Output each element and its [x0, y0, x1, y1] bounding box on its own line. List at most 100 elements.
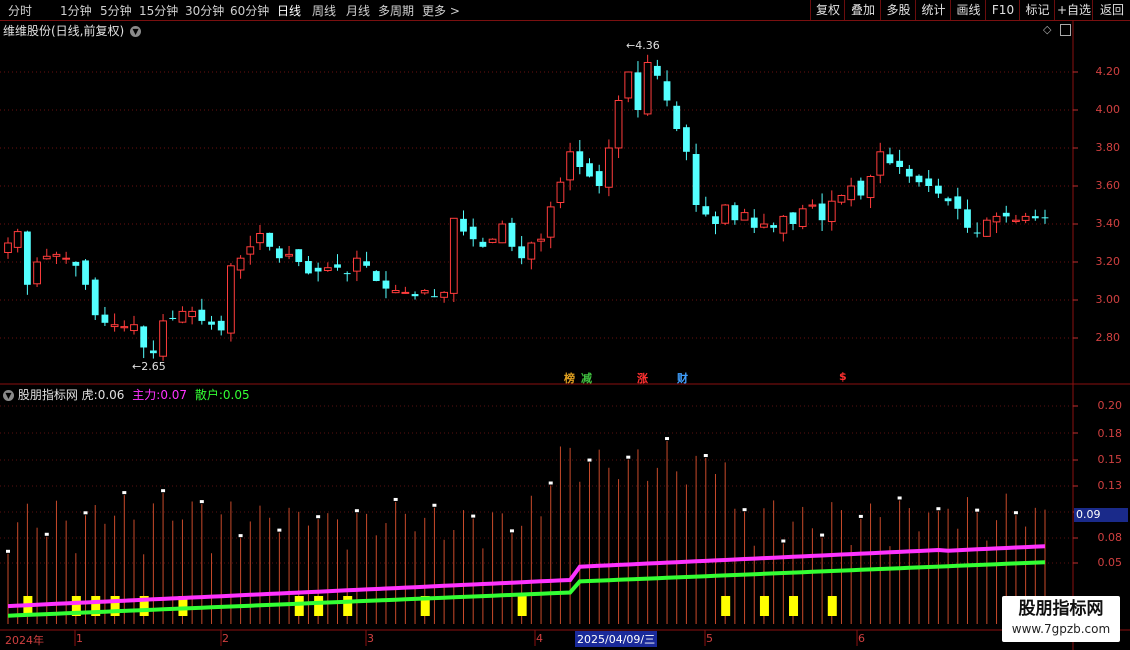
candle-body [683, 127, 690, 152]
signal-tag-rank[interactable]: 榜 [563, 370, 576, 386]
candle-body [886, 154, 894, 164]
signal-tag-finance[interactable]: 财 [676, 370, 689, 386]
candle-body [275, 248, 283, 259]
candle-body [101, 314, 109, 323]
indicator-dot [1013, 511, 1018, 515]
candle-body [227, 265, 235, 334]
candle-body [760, 223, 768, 228]
main-force-value: 0.07 [160, 388, 188, 402]
indicator-dot [122, 491, 127, 495]
tiger-label: 虎: [81, 388, 98, 402]
candle-body [1031, 216, 1039, 219]
candle-body [72, 261, 80, 266]
signal-marker-bar [827, 596, 837, 616]
candle-body [440, 291, 449, 298]
candle-body [614, 100, 623, 149]
price-tick: 2.80 [1095, 331, 1121, 344]
signal-marker-bar [314, 596, 324, 616]
signal-marker-bar [759, 596, 769, 616]
tiger-value: 0.06 [97, 388, 125, 402]
candle-body [964, 209, 971, 228]
candle-body [149, 350, 157, 354]
candle-body [323, 267, 332, 272]
dropdown-icon[interactable]: ▼ [3, 390, 14, 401]
price-tick: 3.40 [1095, 217, 1121, 230]
candle-body [576, 151, 584, 167]
candle-body [120, 326, 129, 329]
date-label-month: 4 [536, 632, 543, 645]
candle-body [847, 185, 856, 201]
high-price-label: 4.36 [635, 39, 660, 52]
candle-body [217, 320, 225, 331]
candle-body [673, 105, 681, 129]
candle-body [488, 238, 497, 243]
signal-tag-dollar[interactable]: $ [838, 370, 848, 383]
stock-title: 维维股份(日线,前复权) [3, 24, 125, 38]
dropdown-icon[interactable]: ▼ [130, 26, 142, 37]
candle-body [721, 204, 730, 224]
candle-body [363, 261, 370, 266]
candle-body [905, 168, 913, 177]
signal-marker-bar [789, 596, 799, 616]
candle-body [789, 212, 797, 224]
low-price-label: 2.65 [141, 360, 166, 373]
candle-body [33, 261, 41, 285]
indicator-dot [703, 454, 708, 458]
retail-label: 散户: [194, 388, 223, 402]
candle-body [798, 208, 807, 228]
candle-body [343, 273, 351, 275]
indicator-dot [161, 489, 166, 493]
low-price-annotation: ←2.65 [132, 360, 166, 373]
candle-body [266, 232, 274, 247]
candle-body [130, 324, 138, 332]
indicator-dot [975, 508, 980, 512]
candle-body [827, 200, 836, 223]
candle-body [1041, 217, 1049, 219]
candle-body [586, 163, 593, 177]
candle-body [837, 195, 846, 203]
candle-body [896, 160, 904, 167]
candle-body [546, 206, 555, 238]
signal-tag-reduce[interactable]: 减 [580, 370, 593, 386]
candle-body [110, 324, 119, 328]
signal-marker-bar [343, 596, 353, 616]
indicator-dot [238, 534, 243, 538]
watermark-logo: 股朋指标网 www.7gpzb.com [1002, 596, 1120, 642]
candle-body [285, 253, 293, 257]
candle-body [372, 271, 380, 281]
date-label-month: 6 [858, 632, 865, 645]
signal-marker-bar [721, 596, 731, 616]
main-panel-title: 维维股份(日线,前复权) ▼ [3, 22, 142, 39]
chart-canvas[interactable] [0, 0, 1130, 650]
indicator-dot [548, 481, 553, 485]
candle-body [1002, 212, 1010, 217]
candle-body [954, 196, 962, 209]
date-label-month: 1 [76, 632, 83, 645]
candle-body [770, 225, 778, 228]
candle-body [62, 257, 71, 260]
candle-body [52, 253, 61, 257]
candle-body [188, 310, 197, 318]
panel-toggle-icon[interactable] [1060, 24, 1071, 36]
price-tick: 3.80 [1095, 141, 1121, 154]
indicator-dot [742, 508, 747, 512]
indicator-dot [393, 497, 398, 501]
candle-body [663, 81, 671, 101]
candle-body [479, 241, 487, 247]
candle-body [1012, 219, 1020, 223]
candle-body [431, 296, 438, 298]
candle-body [750, 217, 758, 228]
indicator-dot [897, 496, 902, 500]
indicator-dot [316, 515, 321, 519]
price-tick: 4.00 [1095, 103, 1121, 116]
candle-body [537, 238, 545, 242]
date-label-month: 2 [222, 632, 229, 645]
diamond-icon[interactable]: ◇ [1043, 23, 1051, 36]
indicator-dot [354, 509, 359, 513]
signal-tag-limit-up[interactable]: 涨 [636, 370, 649, 386]
candle-body [857, 180, 865, 196]
indicator-tick: 0.18 [1097, 427, 1123, 440]
candle-body [449, 217, 458, 294]
signal-marker-bar [517, 596, 527, 616]
candle-body [653, 65, 661, 76]
